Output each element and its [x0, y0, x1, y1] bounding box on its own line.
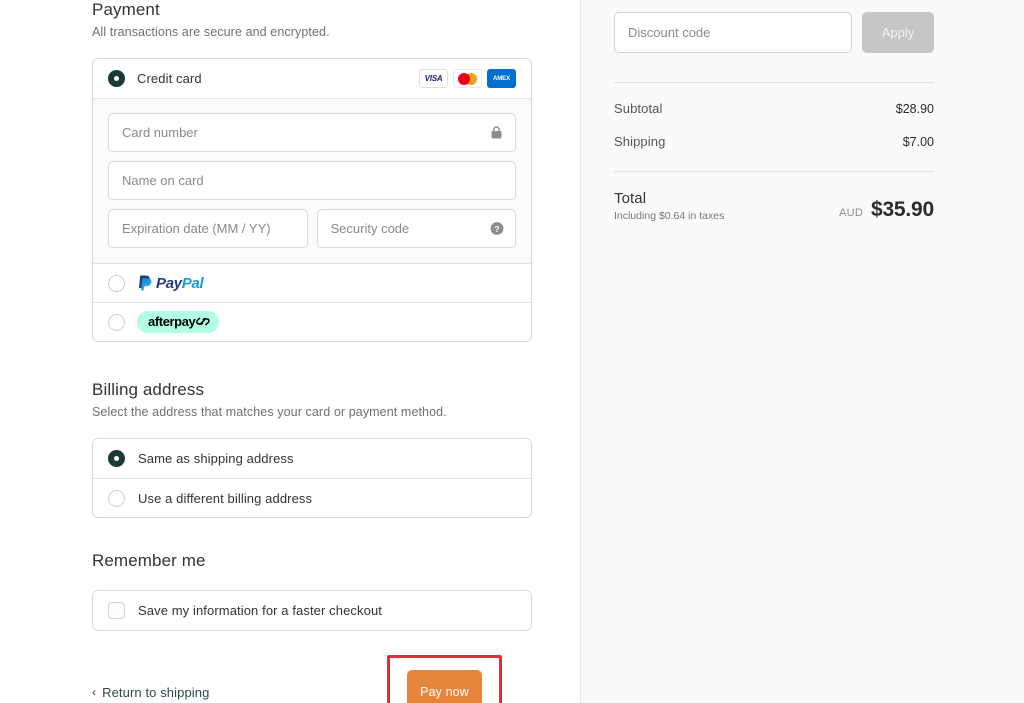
- card-number-field[interactable]: [108, 113, 516, 152]
- remember-me-heading: Remember me: [92, 551, 206, 570]
- payment-subtitle: All transactions are secure and encrypte…: [92, 25, 330, 39]
- summary-row-shipping: Shipping $7.00: [614, 134, 934, 149]
- expiration-date-input[interactable]: [122, 221, 294, 236]
- card-brand-icons: VISA AMEX: [419, 69, 516, 88]
- credit-card-fields: ?: [93, 98, 531, 263]
- name-on-card-field[interactable]: [108, 161, 516, 200]
- checkout-main-column: Payment All transactions are secure and …: [0, 0, 580, 703]
- subtotal-value: $28.90: [895, 102, 934, 116]
- pay-now-button[interactable]: Pay now: [407, 670, 482, 703]
- security-code-input[interactable]: [330, 221, 502, 236]
- payment-section: Payment All transactions are secure and …: [92, 0, 532, 342]
- billing-option-label-different: Use a different billing address: [138, 490, 313, 506]
- afterpay-icon: afterpay: [137, 311, 220, 333]
- total-label: Total: [614, 190, 647, 207]
- payment-method-paypal[interactable]: Pay Pal: [93, 263, 531, 302]
- total-right-group: AUD $35.90: [839, 198, 934, 222]
- total-left-group: Total Including $0.64 in taxes: [614, 190, 724, 222]
- discount-code-input[interactable]: [614, 12, 852, 53]
- billing-heading: Billing address: [92, 380, 205, 399]
- remember-me-block: Save my information for a faster checkou…: [92, 590, 532, 631]
- help-icon[interactable]: ?: [489, 221, 504, 236]
- billing-option-same-as-shipping[interactable]: Same as shipping address: [93, 439, 531, 478]
- radio-same-as-shipping[interactable]: [108, 450, 125, 467]
- payment-method-afterpay[interactable]: afterpay: [93, 302, 531, 341]
- shipping-value: $7.00: [902, 135, 934, 149]
- card-number-input[interactable]: [122, 125, 502, 140]
- payment-heading: Payment: [92, 0, 160, 19]
- svg-text:?: ?: [494, 224, 499, 234]
- paypal-logo-text-pay: Pay: [156, 274, 182, 292]
- checkout-page: Payment All transactions are secure and …: [0, 0, 1024, 703]
- radio-afterpay[interactable]: [108, 313, 125, 331]
- radio-different-billing[interactable]: [108, 489, 125, 507]
- billing-subtitle: Select the address that matches your car…: [92, 405, 447, 419]
- card-expiry-security-row: ?: [108, 209, 516, 248]
- mastercard-icon: [453, 69, 482, 88]
- payment-methods-block: Credit card VISA AMEX Card number Name o…: [92, 58, 532, 342]
- return-to-shipping-link[interactable]: ‹ Return to shipping: [92, 685, 209, 700]
- summary-row-total: Total Including $0.64 in taxes AUD $35.9…: [614, 190, 934, 222]
- remember-me-row[interactable]: Save my information for a faster checkou…: [93, 591, 531, 630]
- paypal-logo-text-pal: Pal: [181, 274, 204, 292]
- name-on-card-input[interactable]: [122, 173, 502, 188]
- save-information-label: Save my information for a faster checkou…: [138, 603, 382, 618]
- save-information-checkbox[interactable]: [108, 602, 125, 619]
- chevron-left-icon: ‹: [92, 685, 97, 699]
- summary-row-subtotal: Subtotal $28.90: [614, 101, 934, 116]
- payment-method-credit-card[interactable]: Credit card VISA AMEX: [93, 59, 531, 98]
- total-tax-note: Including $0.64 in taxes: [614, 210, 725, 222]
- discount-code-row: Apply: [614, 12, 934, 53]
- total-amount: $35.90: [870, 198, 934, 221]
- lock-icon: [489, 125, 504, 140]
- remember-me-section: Remember me Save my information for a fa…: [92, 551, 532, 631]
- afterpay-logo-text: afterpay: [148, 314, 196, 329]
- billing-option-label-same: Same as shipping address: [138, 451, 294, 466]
- visa-icon: VISA: [419, 69, 448, 88]
- summary-divider-top: [614, 82, 934, 83]
- summary-divider-bottom: [614, 171, 934, 172]
- apply-discount-button[interactable]: Apply: [862, 12, 934, 53]
- billing-option-different-address[interactable]: Use a different billing address: [93, 478, 531, 517]
- security-code-field[interactable]: ?: [316, 209, 516, 248]
- billing-options-block: Same as shipping address Use a different…: [92, 438, 532, 518]
- return-to-shipping-label: Return to shipping: [102, 684, 210, 700]
- amex-icon: AMEX: [487, 69, 516, 88]
- radio-credit-card[interactable]: [108, 70, 125, 87]
- shipping-label: Shipping: [614, 134, 666, 149]
- expiration-date-field[interactable]: [108, 209, 308, 248]
- radio-paypal[interactable]: [108, 274, 125, 292]
- paypal-icon: Pay Pal: [137, 274, 204, 292]
- billing-address-section: Billing address Select the address that …: [92, 380, 532, 518]
- payment-method-label-credit-card: Credit card: [137, 71, 202, 86]
- checkout-action-row: ‹ Return to shipping Pay now: [92, 654, 532, 703]
- order-summary-panel: Apply Subtotal $28.90 Shipping $7.00 Tot…: [580, 0, 1024, 703]
- subtotal-label: Subtotal: [614, 101, 663, 116]
- pay-now-highlight: Pay now: [387, 655, 502, 703]
- total-currency: AUD: [839, 207, 863, 219]
